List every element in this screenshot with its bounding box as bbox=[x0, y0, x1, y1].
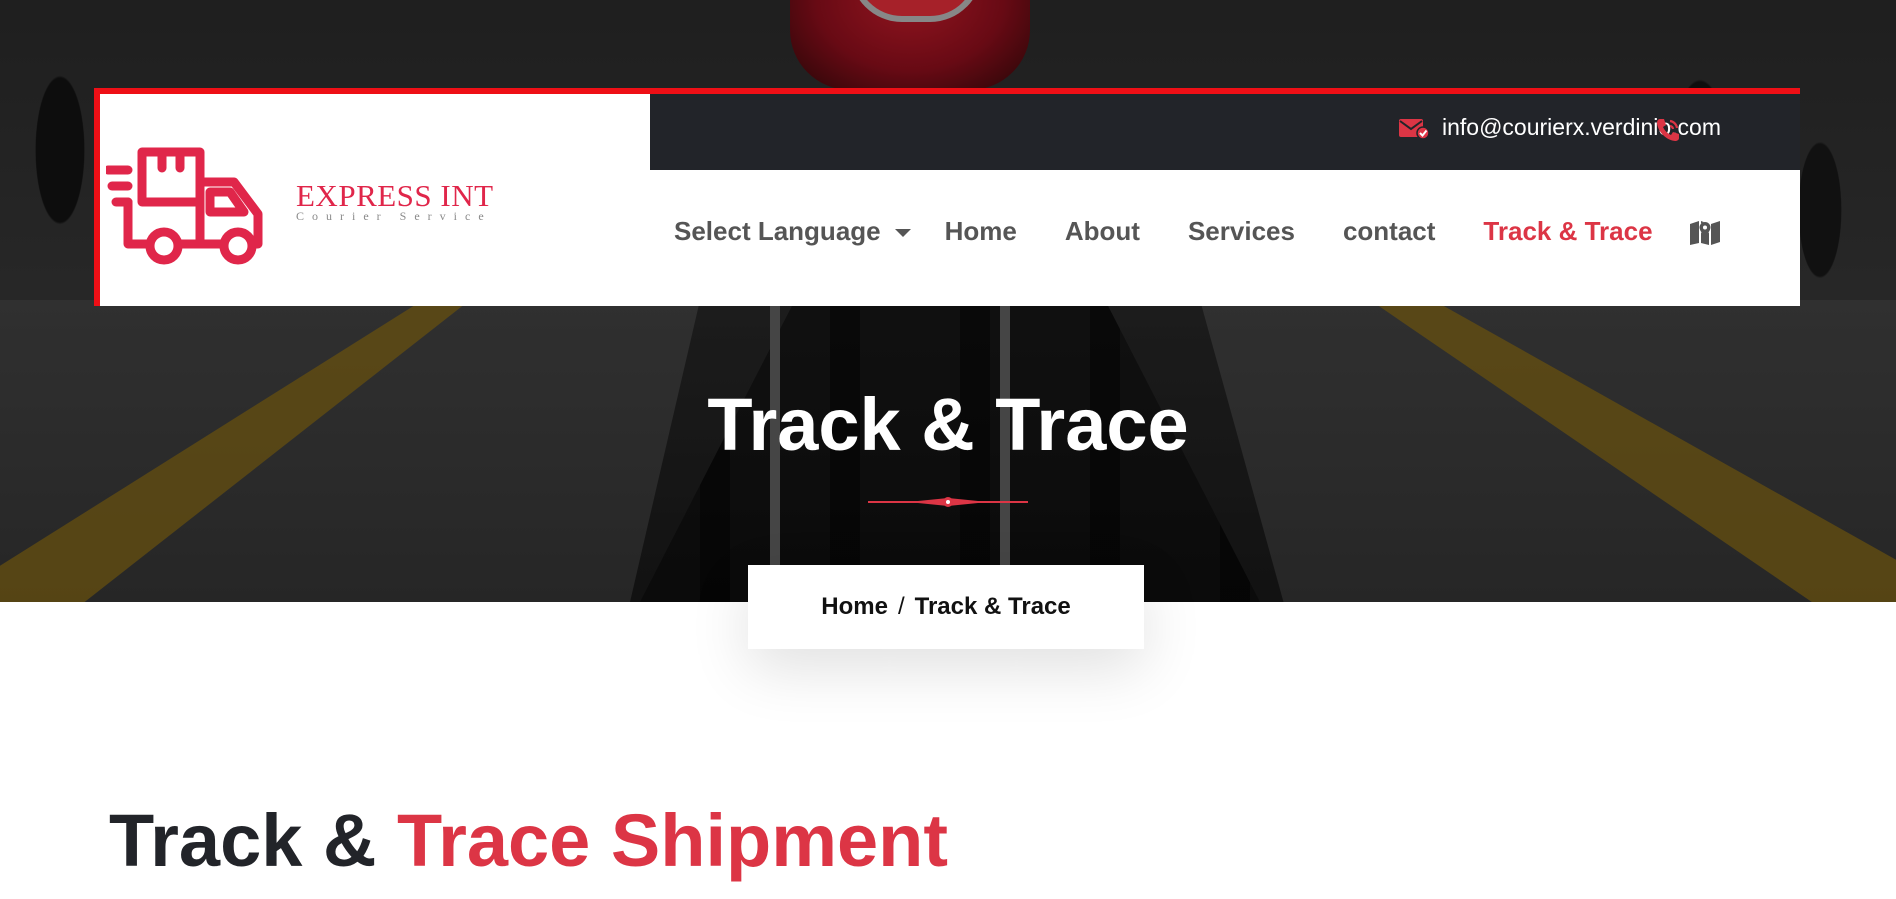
breadcrumb-current: Track & Trace bbox=[914, 593, 1071, 620]
map-button[interactable] bbox=[1689, 218, 1721, 246]
top-contact-bar: info@courierx.verdinio.com bbox=[650, 94, 1800, 170]
site-header: EXPRESS INT Courier Service info@courier… bbox=[94, 88, 1800, 306]
breadcrumb: Home / Track & Trace bbox=[748, 565, 1144, 649]
chevron-down-icon bbox=[894, 228, 911, 237]
language-select-label: Select Language bbox=[674, 216, 881, 246]
section-title: Track & Trace Shipment bbox=[109, 798, 948, 884]
nav-home[interactable]: Home bbox=[945, 216, 1017, 247]
phone-button[interactable] bbox=[1654, 116, 1682, 149]
nav-about[interactable]: About bbox=[1065, 216, 1140, 247]
breadcrumb-home-link[interactable]: Home bbox=[821, 593, 888, 621]
section-title-plain: Track & bbox=[109, 799, 397, 882]
hero-title: Track & Trace bbox=[707, 383, 1189, 466]
phone-ringing-icon bbox=[1657, 119, 1679, 141]
brand-name: EXPRESS INT bbox=[296, 178, 494, 213]
main-nav: Select Language Home About Services cont… bbox=[674, 216, 1721, 247]
nav-contact[interactable]: contact bbox=[1343, 216, 1435, 247]
section-title-accent: Trace Shipment bbox=[396, 799, 949, 882]
title-divider-icon bbox=[868, 497, 1028, 507]
delivery-truck-icon bbox=[103, 147, 263, 265]
logo-text: EXPRESS INT Courier Service bbox=[296, 178, 494, 223]
brand-tagline: Courier Service bbox=[296, 209, 492, 223]
map-marker-icon bbox=[1689, 220, 1720, 245]
breadcrumb-separator: / bbox=[897, 593, 905, 620]
nav-services[interactable]: Services bbox=[1188, 216, 1295, 247]
envelope-check-icon bbox=[1399, 118, 1430, 139]
nav-track-trace[interactable]: Track & Trace bbox=[1483, 216, 1652, 247]
language-select[interactable]: Select Language bbox=[674, 216, 911, 247]
